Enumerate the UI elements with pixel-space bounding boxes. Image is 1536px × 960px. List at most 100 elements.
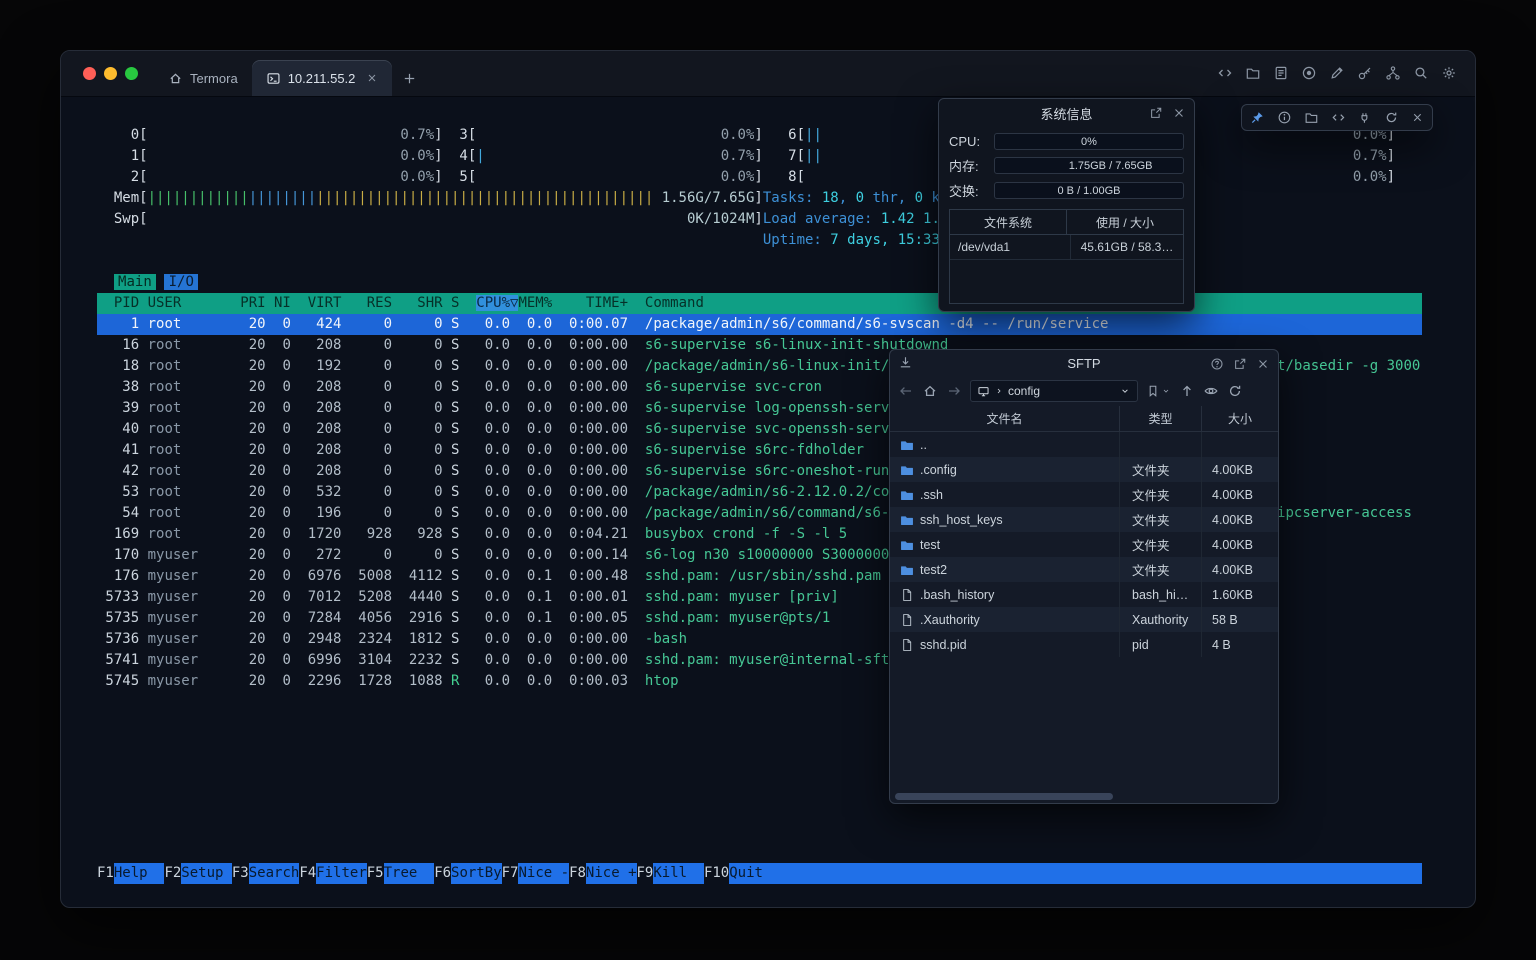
cpu-meter-line: 2[0.0%] 5[0.0%] 8[0.0%] [97,167,1422,188]
fkey-f2[interactable]: F2Setup [164,863,231,884]
chevron-down-icon[interactable] [1119,385,1131,397]
cell-pid: 40 [97,421,139,437]
parent-directory-icon[interactable] [1179,383,1195,399]
cell-pid: 170 [97,547,139,563]
close-tab-icon[interactable] [366,72,378,84]
file-name: .config [920,463,957,477]
close-icon[interactable] [1172,106,1186,120]
fkey-f4[interactable]: F4Filter [299,863,366,884]
folder-icon[interactable] [1304,110,1319,125]
filesystem-usage: 45.61GB / 58.3… [1071,235,1183,259]
htop-screen-tab-I/O[interactable]: I/O [164,274,198,290]
open-in-window-icon[interactable] [1233,357,1247,371]
cell-metrics: 20 0 2948 2324 1812 [232,631,443,647]
file-row-test2[interactable]: test2文件夹4.00KB [890,557,1278,582]
file-type: 文件夹 [1120,557,1202,582]
file-row-.ssh[interactable]: .ssh文件夹4.00KB [890,482,1278,507]
fkey-f10[interactable]: F10Quit [704,863,780,884]
path-breadcrumb[interactable]: config [970,380,1138,402]
horizontal-scrollbar[interactable] [895,793,1113,800]
cell-pid: 39 [97,400,139,416]
new-tab-button[interactable] [392,60,427,96]
sort-column-cpu: CPU%▽ [476,295,518,311]
process-row-1[interactable]: 1 root 20 0 424 0 0 S 0.0 0.0 0:00.07 /p… [97,314,1422,335]
cell-state: S [443,484,460,500]
fkey-f9[interactable]: F9Kill [637,863,704,884]
swap-usage-bar: 0 B / 1.00GB [994,182,1184,199]
htop-screen-tab-Main[interactable]: Main [114,274,156,290]
quick-toolbar [1241,104,1433,131]
size-column-header[interactable]: 大小 [1202,406,1278,431]
swap-usage-row: 交换: 0 B / 1.00GB [949,181,1184,200]
refresh-icon[interactable] [1384,110,1399,125]
filesystem-row[interactable]: /dev/vda1 45.61GB / 58.3… [950,235,1183,260]
download-icon[interactable] [898,355,913,370]
key-icon[interactable] [1357,65,1373,81]
fkey-f1[interactable]: F1Help [97,863,164,884]
pin-icon[interactable] [1250,110,1265,125]
process-table-header[interactable]: PID USER PRI NI VIRT RES SHR S CPU%▽MEM%… [97,293,1422,314]
code-icon[interactable] [1217,65,1233,81]
search-icon[interactable] [1413,65,1429,81]
info-icon[interactable] [1277,110,1292,125]
minimize-window-button[interactable] [104,67,117,80]
fkey-f7[interactable]: F7Nice - [502,863,569,884]
fkey-f6[interactable]: F6SortBy [434,863,501,884]
cell-state: S [443,652,460,668]
tab-ssh-session[interactable]: 10.211.55.2 [252,60,393,96]
home-icon [168,71,183,86]
cell-usage: 0.0 0.0 0:00.00 [459,652,628,668]
plug-icon[interactable] [1357,110,1372,125]
folder-icon[interactable] [1245,65,1261,81]
bookmarks-button[interactable] [1146,384,1171,398]
help-icon[interactable] [1210,357,1224,371]
folder-icon [900,538,914,552]
record-icon[interactable] [1301,65,1317,81]
settings-gear-icon[interactable] [1441,65,1457,81]
type-column-header[interactable]: 类型 [1120,406,1202,431]
zoom-window-button[interactable] [125,67,138,80]
file-row-sshd.pid[interactable]: sshd.pidpid4 B [890,632,1278,657]
filename-column-header[interactable]: 文件名 [890,406,1120,431]
back-icon[interactable] [898,383,914,399]
forward-icon[interactable] [946,383,962,399]
cell-pid: 53 [97,484,139,500]
cell-pid: 5735 [97,610,139,626]
refresh-icon[interactable] [1227,383,1243,399]
file-icon [900,613,914,627]
fkey-f3[interactable]: F3Search [232,863,299,884]
open-in-window-icon[interactable] [1149,106,1163,120]
file-size: 58 B [1202,607,1278,632]
file-size: 4.00KB [1202,532,1278,557]
file-row-.Xauthority[interactable]: .XauthorityXauthority58 B [890,607,1278,632]
fkey-f5[interactable]: F5Tree [367,863,434,884]
file-name: test2 [920,563,947,577]
close-window-button[interactable] [83,67,96,80]
cell-metrics: 20 0 208 0 0 [232,421,443,437]
cell-command: sshd.pam: myuser [priv] [628,589,839,605]
close-icon[interactable] [1256,357,1270,371]
fork-icon[interactable] [1385,65,1401,81]
file-row-ssh_host_keys[interactable]: ssh_host_keys文件夹4.00KB [890,507,1278,532]
edit-icon[interactable] [1329,65,1345,81]
show-hidden-icon[interactable] [1203,383,1219,399]
chevron-down-icon [1161,386,1171,396]
fkey-f8[interactable]: F8Nice + [569,863,636,884]
notes-icon[interactable] [1273,65,1289,81]
file-row-test[interactable]: test文件夹4.00KB [890,532,1278,557]
file-row-.bash_history[interactable]: .bash_historybash_hi…1.60KB [890,582,1278,607]
cell-usage: 0.0 0.0 0:04.21 [459,526,628,542]
cell-command: sshd.pam: myuser@internal-sftp [628,652,898,668]
tab-termora-home[interactable]: Termora [154,60,252,96]
file-row-..[interactable]: .. [890,432,1278,457]
code-icon[interactable] [1331,110,1346,125]
cell-usage: 0.0 0.0 0:00.00 [459,400,628,416]
file-row-.config[interactable]: .config文件夹4.00KB [890,457,1278,482]
memory-usage-row: 内存: 1.75GB / 7.65GB [949,156,1184,175]
file-name: .ssh [920,488,943,502]
cell-state: S [443,358,460,374]
close-icon[interactable] [1411,111,1424,124]
home-icon[interactable] [922,383,938,399]
cpu-meter-0: 0[0.7%] [114,125,443,146]
cell-metrics: 20 0 192 0 0 [232,358,443,374]
